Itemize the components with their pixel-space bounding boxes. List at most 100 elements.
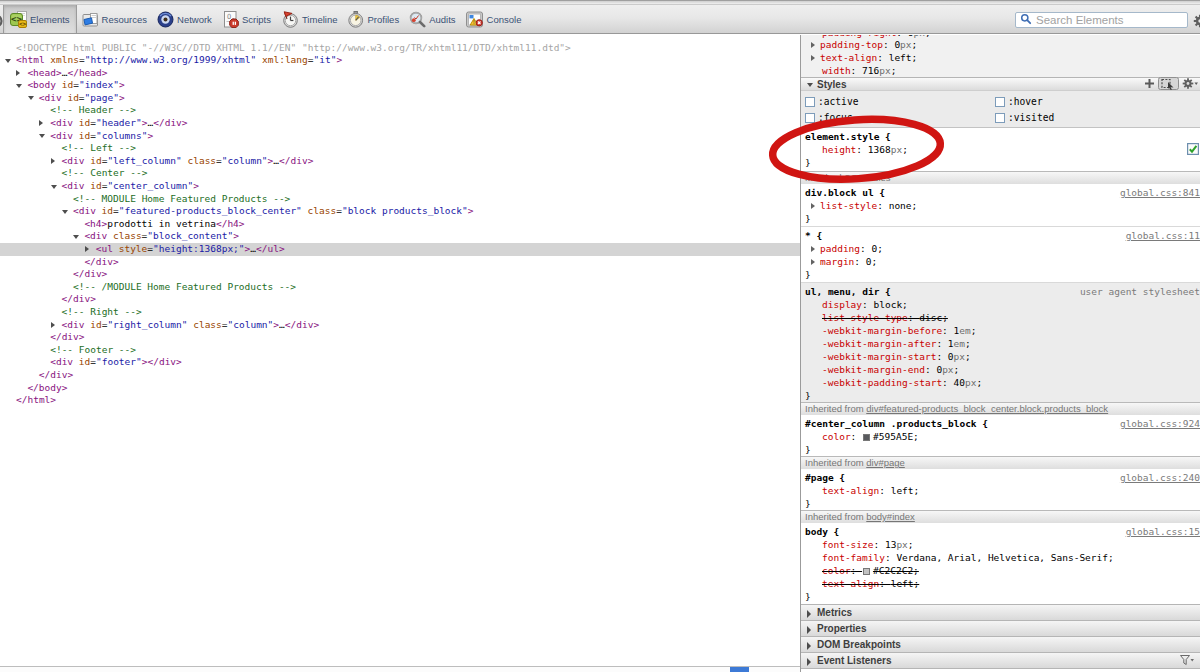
- css-property[interactable]: font-size: 13px;: [801, 538, 1200, 551]
- rule-selector[interactable]: div.block ul {: [805, 187, 885, 198]
- tree-row[interactable]: <div id="page">: [0, 92, 800, 105]
- css-property[interactable]: -webkit-margin-after: 1em;: [801, 337, 1200, 350]
- rule-selector[interactable]: * {: [805, 230, 822, 241]
- expand-arrow-open-icon[interactable]: [5, 59, 11, 63]
- css-property[interactable]: -webkit-margin-before: 1em;: [801, 324, 1200, 337]
- filter-icon[interactable]: [1180, 655, 1194, 671]
- breadcrumb-item[interactable]: html: [0, 667, 27, 672]
- tree-row[interactable]: <!-- Left -->: [0, 142, 800, 155]
- sidebar-section-dom-breakpoints[interactable]: DOM Breakpoints: [801, 637, 1200, 653]
- expand-arrow-closed-icon[interactable]: [811, 203, 815, 209]
- tree-row[interactable]: <div id="left_column" class="column">…</…: [0, 155, 800, 168]
- sidebar-section-metrics[interactable]: Metrics: [801, 605, 1200, 621]
- checkbox[interactable]: [995, 97, 1005, 107]
- property-enabled-checkbox[interactable]: [1187, 143, 1199, 158]
- css-property[interactable]: -webkit-padding-start: 40px;: [801, 376, 1200, 389]
- css-property[interactable]: width: 716px;: [801, 64, 1200, 77]
- color-swatch[interactable]: [863, 568, 870, 575]
- tab-timeline[interactable]: Timeline: [276, 5, 343, 33]
- state-toggle-active[interactable]: :active: [805, 95, 995, 108]
- tree-row[interactable]: <!-- MODULE Home Featured Products -->: [0, 193, 800, 206]
- checkbox[interactable]: [995, 113, 1005, 123]
- inherited-element-link[interactable]: div#featured-products_block_center.block…: [866, 403, 1108, 414]
- expand-arrow-closed-icon[interactable]: [811, 246, 815, 252]
- expand-arrow-open-icon[interactable]: [39, 134, 45, 138]
- element-state-icon[interactable]: [1158, 77, 1179, 93]
- css-property[interactable]: list-style: none;: [801, 199, 1200, 212]
- expand-arrow-closed-icon[interactable]: [811, 55, 815, 61]
- css-property[interactable]: color: #C2C2C2;: [801, 564, 1200, 577]
- color-swatch[interactable]: [863, 434, 870, 441]
- tree-row[interactable]: <!DOCTYPE html PUBLIC "-//W3C//DTD XHTML…: [0, 42, 800, 55]
- css-property[interactable]: text-align: left;: [801, 577, 1200, 590]
- expand-arrow-closed-icon[interactable]: [85, 246, 89, 252]
- search-input[interactable]: Search Elements: [1015, 12, 1188, 28]
- stylesheet-link[interactable]: global.css:924: [1120, 417, 1200, 430]
- tab-profiles[interactable]: Profiles: [342, 5, 404, 33]
- new-style-rule-icon[interactable]: [1144, 78, 1155, 92]
- css-property[interactable]: color: #595A5E;: [801, 430, 1200, 443]
- expand-arrow-closed-icon[interactable]: [811, 42, 815, 48]
- inherited-element-link[interactable]: body#index: [866, 511, 915, 522]
- tree-row[interactable]: <div id="footer"></div>: [0, 356, 800, 369]
- rule-selector[interactable]: ul, menu, dir {: [805, 286, 891, 297]
- styles-section-header[interactable]: Styles: [801, 77, 1200, 91]
- tree-row[interactable]: <div id="right_column" class="column">…<…: [0, 319, 800, 332]
- tree-row[interactable]: <head>…</head>: [0, 67, 800, 80]
- expand-arrow-open-icon[interactable]: [28, 96, 34, 100]
- breadcrumb-item[interactable]: div#center_column: [207, 667, 309, 672]
- css-property[interactable]: -webkit-margin-start: 0px;: [801, 350, 1200, 363]
- tree-row[interactable]: </div>: [0, 293, 800, 306]
- css-property[interactable]: margin: 0;: [801, 255, 1200, 268]
- rule-selector[interactable]: #center_column .products_block {: [805, 418, 988, 429]
- state-toggle-focus[interactable]: :focus: [805, 111, 995, 124]
- css-property[interactable]: text-align: left;: [801, 484, 1200, 497]
- tree-row[interactable]: </div>: [0, 268, 800, 281]
- tab-network[interactable]: Network: [152, 5, 217, 33]
- breadcrumb-item[interactable]: div.block_content: [628, 667, 730, 672]
- tree-row[interactable]: </html>: [0, 394, 800, 407]
- tree-row[interactable]: </div>: [0, 369, 800, 382]
- css-property[interactable]: height: 1368px;: [801, 143, 1200, 156]
- breadcrumb-item-selected[interactable]: ul: [730, 667, 749, 672]
- gear-menu-icon[interactable]: [1182, 77, 1198, 93]
- tab-audits[interactable]: Audits: [404, 5, 460, 33]
- css-property[interactable]: padding: 0;: [801, 242, 1200, 255]
- state-toggle-hover[interactable]: :hover: [995, 95, 1185, 108]
- tree-row-selected[interactable]: <ul style="height:1368px;">…</ul>: [0, 243, 800, 256]
- css-property[interactable]: -webkit-margin-end: 0px;: [801, 363, 1200, 376]
- css-property[interactable]: text-align: left;: [801, 51, 1200, 64]
- tree-row[interactable]: <!-- /MODULE Home Featured Products -->: [0, 281, 800, 294]
- tab-console[interactable]: ! Console: [461, 5, 527, 33]
- expand-arrow-open-icon[interactable]: [73, 235, 79, 239]
- css-property[interactable]: list-style-type: disc;: [801, 311, 1200, 324]
- sidebar-section-properties[interactable]: Properties: [801, 621, 1200, 637]
- tree-row[interactable]: <div class="block_content">: [0, 230, 800, 243]
- tab-scripts[interactable]: O, Scripts: [217, 5, 276, 33]
- expand-arrow-open-icon[interactable]: [62, 210, 68, 214]
- sidebar-section-event-listeners[interactable]: Event Listeners: [801, 653, 1200, 669]
- tree-row[interactable]: </div>: [0, 256, 800, 269]
- stylesheet-link[interactable]: global.css:15: [1126, 525, 1200, 538]
- tree-row[interactable]: <!-- Right -->: [0, 306, 800, 319]
- expand-arrow-closed-icon[interactable]: [811, 259, 815, 265]
- stylesheet-link[interactable]: global.css:841: [1120, 186, 1200, 199]
- rule-selector[interactable]: #page {: [805, 472, 845, 483]
- expand-arrow-open-icon[interactable]: [16, 84, 22, 88]
- tree-row[interactable]: </div>: [0, 331, 800, 344]
- state-toggle-visited[interactable]: :visited: [995, 111, 1185, 124]
- stylesheet-link[interactable]: global.css:11: [1126, 229, 1200, 242]
- expand-arrow-closed-icon[interactable]: [51, 322, 55, 328]
- expand-arrow-closed-icon[interactable]: [16, 70, 20, 76]
- tree-row[interactable]: <div id="columns">: [0, 130, 800, 143]
- expand-arrow-closed-icon[interactable]: [39, 120, 43, 126]
- expand-arrow-closed-icon[interactable]: [51, 158, 55, 164]
- rule-selector[interactable]: body {: [805, 526, 839, 537]
- tab-elements[interactable]: <> <> Elements: [3, 5, 77, 33]
- rule-selector[interactable]: element.style {: [805, 131, 891, 142]
- breadcrumb-item[interactable]: div#columns: [140, 667, 208, 672]
- breadcrumb-item[interactable]: div#featured-products_block_center.block…: [309, 667, 628, 672]
- tree-row[interactable]: <div id="featured-products_block_center"…: [0, 205, 800, 218]
- checkbox[interactable]: [805, 113, 815, 123]
- breadcrumb-item[interactable]: div#page: [89, 667, 139, 672]
